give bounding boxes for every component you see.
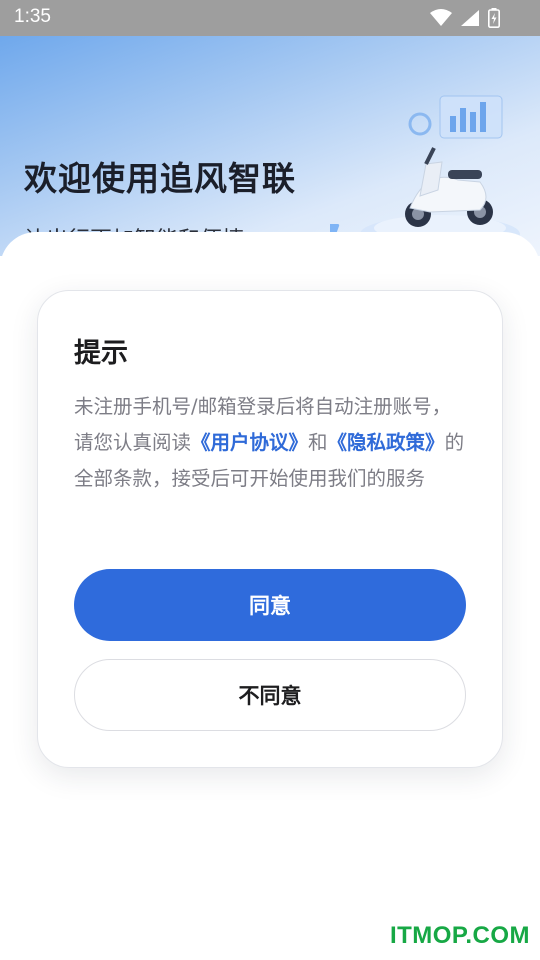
- status-bar: 1:35: [0, 0, 540, 36]
- status-time: 1:35: [14, 6, 51, 27]
- disagree-button[interactable]: 不同意: [74, 659, 466, 731]
- bottom-sheet: 提示 未注册手机号/邮箱登录后将自动注册账号，请您认真阅读《用户协议》和《隐私政…: [0, 232, 540, 960]
- welcome-title: 欢迎使用追风智联: [24, 159, 296, 198]
- message-conjunction: 和: [308, 431, 328, 454]
- user-agreement-link[interactable]: 《用户协议》: [191, 431, 308, 454]
- site-watermark: ITMOP.COM: [389, 922, 530, 949]
- battery-icon: [488, 8, 500, 32]
- signal-icon: [460, 9, 480, 31]
- dialog-message: 未注册手机号/邮箱登录后将自动注册账号，请您认真阅读《用户协议》和《隐私政策》的…: [74, 389, 466, 497]
- scooter-illustration: [330, 95, 520, 252]
- dialog-title: 提示: [74, 338, 128, 369]
- agree-button[interactable]: 同意: [74, 569, 466, 641]
- consent-dialog: 提示 未注册手机号/邮箱登录后将自动注册账号，请您认真阅读《用户协议》和《隐私政…: [37, 290, 503, 768]
- hero-banner: 欢迎使用追风智联 让出行更加智能和便捷: [0, 36, 540, 256]
- status-icons: [430, 8, 500, 32]
- wifi-icon: [430, 9, 452, 31]
- privacy-policy-link[interactable]: 《隐私政策》: [328, 431, 445, 454]
